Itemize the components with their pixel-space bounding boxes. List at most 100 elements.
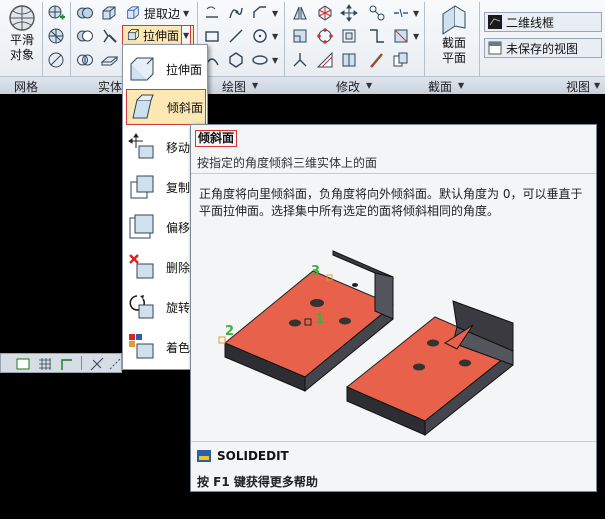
menu-item-label: 复制 [166, 180, 191, 195]
grid-icon[interactable] [37, 356, 53, 372]
chevron-down-icon[interactable]: ▼ [413, 32, 419, 41]
intersect-icon [77, 54, 93, 66]
callout-3: 3 [311, 264, 320, 279]
explode-button[interactable] [367, 3, 387, 23]
tooltip-description: 正角度将向里倾斜面，负角度将向外倾斜面。默认角度为 0，可以垂直于平面拉伸面。选… [199, 187, 583, 218]
intersect-button[interactable] [75, 50, 95, 70]
join-button[interactable] [367, 26, 387, 46]
line-segment-button[interactable] [226, 26, 246, 46]
polar-icon[interactable] [107, 356, 123, 372]
move3d-button[interactable] [339, 3, 359, 23]
slice-icon [103, 29, 117, 43]
extrude-faces-icon [127, 29, 140, 41]
menu-item-taper-face[interactable]: 倾斜面 [126, 89, 206, 125]
break-button[interactable] [391, 3, 411, 23]
extract-edges-button[interactable]: 提取边 ▼ [122, 3, 192, 23]
mesh-crease-button[interactable] [46, 50, 66, 70]
ortho-icon[interactable] [59, 356, 75, 372]
panel-mesh-label[interactable]: 网格 [14, 78, 38, 95]
section-plane-label: 截面 平面 [441, 36, 466, 65]
copy-icon [393, 52, 408, 67]
spline-button[interactable] [226, 3, 246, 23]
union-button[interactable] [75, 3, 95, 23]
extrude-faces-dropdown[interactable]: ▼ [181, 25, 192, 45]
trim-icon [394, 29, 408, 43]
polygon-button[interactable] [226, 50, 246, 70]
chevron-down-icon[interactable]: ▼ [366, 81, 372, 90]
panel-section-label[interactable]: 截面 [428, 78, 452, 95]
offset-button[interactable] [339, 26, 359, 46]
section-plane-button[interactable]: 截面 平面 [434, 4, 474, 66]
align-button[interactable] [290, 50, 310, 70]
chevron-down-icon[interactable]: ▼ [272, 56, 278, 65]
callout-1: 1 [315, 312, 324, 327]
tooltip-subtitle: 按指定的角度倾斜三维实体上的面 [197, 156, 378, 170]
mesh-add-button[interactable] [46, 3, 66, 23]
model-space-icon[interactable] [15, 356, 31, 372]
chevron-down-icon[interactable]: ▼ [272, 32, 278, 41]
smooth-object-button[interactable]: 平滑 对象 [3, 3, 41, 63]
divider [191, 441, 596, 442]
fillet-button[interactable] [290, 26, 310, 46]
break-icon [394, 8, 408, 18]
visual-style-dropdown[interactable]: 二维线框 [484, 12, 602, 32]
rectangle-icon [205, 31, 219, 42]
menu-item-label: 拉伸面 [166, 62, 203, 77]
menu-item-label: 倾斜面 [167, 100, 204, 115]
line-button[interactable] [202, 3, 222, 23]
presspull-button[interactable] [99, 3, 119, 23]
mesh-crease-icon [48, 52, 64, 68]
chevron-down-icon[interactable]: ▼ [252, 81, 258, 90]
chevron-down-icon[interactable]: ▼ [458, 81, 464, 90]
named-view-dropdown[interactable]: 未保存的视图 [484, 38, 602, 58]
rectangle-button[interactable] [202, 26, 222, 46]
rotate3d-button[interactable] [315, 3, 335, 23]
subtract-button[interactable] [75, 26, 95, 46]
visual-style-label: 二维线框 [506, 15, 555, 30]
scale-button[interactable] [315, 50, 335, 70]
stretch-icon [342, 53, 356, 67]
menu-item-label: 移动 [166, 140, 191, 155]
copy-button[interactable] [391, 50, 411, 70]
polyline-button[interactable] [250, 3, 270, 23]
chevron-down-icon[interactable]: ▼ [413, 9, 419, 18]
erase-button[interactable] [367, 50, 387, 70]
menu-item-extrude-face[interactable]: 拉伸面 [126, 51, 206, 87]
panel-modify-label[interactable]: 修改 [336, 78, 360, 95]
mesh-refine-button[interactable] [46, 26, 66, 46]
panel-draw-label[interactable]: 绘图 [222, 78, 246, 95]
command-name: SOLIDEDIT [217, 449, 289, 463]
array-button[interactable] [315, 26, 335, 46]
subtract-icon [77, 30, 93, 42]
snap-icon[interactable] [89, 356, 105, 372]
panel-view-label[interactable]: 视图 [566, 78, 590, 95]
mesh-refine-icon [48, 28, 64, 44]
offset-icon [342, 29, 356, 43]
view-icon [488, 41, 502, 55]
thicken-button[interactable] [99, 50, 119, 70]
status-bar [0, 353, 122, 373]
slice-button[interactable] [99, 26, 119, 46]
tooltip: 倾斜面 按指定的角度倾斜三维实体上的面 正角度将向里倾斜面，负角度将向外倾斜面。… [190, 124, 597, 492]
rotate3d-icon [318, 5, 332, 21]
move-face-icon [126, 131, 158, 163]
ellipse-button[interactable] [250, 50, 270, 70]
mirror-button[interactable] [290, 3, 310, 23]
color-face-icon [126, 331, 158, 363]
trim-button[interactable] [391, 26, 411, 46]
chevron-down-icon: ▼ [183, 30, 190, 40]
menu-item-label: 删除 [166, 260, 191, 275]
stretch-button[interactable] [339, 50, 359, 70]
panel-solid-label[interactable]: 实体 [98, 78, 122, 95]
extrude-face-icon [126, 53, 158, 85]
mesh-add-icon [48, 5, 65, 20]
callout-2: 2 [225, 324, 234, 339]
chevron-down-icon[interactable]: ▼ [272, 9, 278, 18]
chevron-down-icon[interactable]: ▼ [183, 9, 189, 18]
chevron-down-icon[interactable]: ▼ [594, 81, 600, 90]
section-plane-icon [442, 5, 466, 35]
circle-button[interactable] [250, 26, 270, 46]
taper-face-illustration: 1 2 3 [218, 250, 514, 437]
wireframe-icon [488, 15, 502, 29]
thicken-icon [100, 56, 118, 66]
